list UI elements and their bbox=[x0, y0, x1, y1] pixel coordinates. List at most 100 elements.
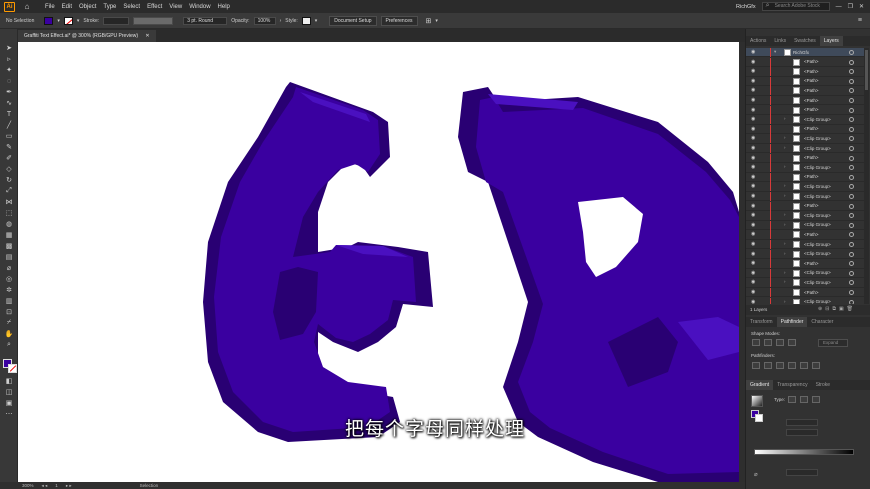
chevron-down-icon[interactable]: ▾ bbox=[77, 18, 80, 24]
layer-row[interactable]: ◉ › <Clip Group> bbox=[746, 134, 864, 144]
target-icon[interactable] bbox=[849, 165, 854, 171]
eraser-tool-icon[interactable]: ◇ bbox=[4, 165, 14, 173]
style-swatch[interactable] bbox=[301, 16, 311, 25]
layer-item-name[interactable]: <Clip Group> bbox=[804, 194, 831, 199]
eye-icon[interactable]: ◉ bbox=[751, 107, 755, 113]
target-icon[interactable] bbox=[849, 251, 854, 257]
target-icon[interactable] bbox=[849, 299, 854, 304]
chevron-right-icon[interactable]: › bbox=[784, 116, 786, 121]
layer-row[interactable]: ◉ › <Clip Group> bbox=[746, 278, 864, 288]
target-icon[interactable] bbox=[849, 242, 854, 247]
trim-icon[interactable] bbox=[764, 362, 772, 369]
gradient-fill-stroke[interactable] bbox=[751, 410, 763, 422]
menu-window[interactable]: Window bbox=[189, 4, 210, 10]
chevron-down-icon[interactable]: ▾ bbox=[435, 18, 438, 24]
layer-item-name[interactable]: <Path> bbox=[804, 261, 819, 266]
layer-item-name[interactable]: <Clip Group> bbox=[804, 270, 831, 275]
eye-icon[interactable]: ◉ bbox=[751, 164, 755, 170]
more-tools-icon[interactable]: ⋯ bbox=[4, 410, 14, 418]
stroke-swatch[interactable] bbox=[63, 16, 73, 25]
layer-row[interactable]: ◉ <Path> bbox=[746, 153, 864, 163]
layer-item-name[interactable]: <Clip Group> bbox=[804, 280, 831, 285]
tab-layers[interactable]: Layers bbox=[819, 36, 843, 46]
chevron-right-icon[interactable]: › bbox=[784, 270, 786, 275]
layer-row[interactable]: ◉ <Path> bbox=[746, 288, 864, 298]
unite-icon[interactable] bbox=[752, 339, 760, 346]
target-icon[interactable] bbox=[849, 146, 854, 151]
chevron-right-icon[interactable]: › bbox=[784, 279, 786, 284]
layer-item-name[interactable]: <Path> bbox=[804, 174, 819, 179]
layer-row[interactable]: ◉ › <Clip Group> bbox=[746, 297, 864, 304]
merge-icon[interactable] bbox=[776, 362, 784, 369]
target-icon[interactable] bbox=[849, 203, 854, 209]
layer-row[interactable]: ◉ <Path> bbox=[746, 96, 864, 106]
tab-pathfinder[interactable]: Pathfinder bbox=[776, 317, 808, 327]
gradient-angle-field[interactable] bbox=[786, 419, 818, 426]
layer-row[interactable]: ◉ › <Clip Group> bbox=[746, 163, 864, 173]
fill-stroke-swatches[interactable] bbox=[3, 359, 17, 373]
layer-row[interactable]: ◉ › <Clip Group> bbox=[746, 192, 864, 202]
chevron-right-icon[interactable]: › bbox=[784, 251, 786, 256]
workspace-switcher[interactable]: RichGfx bbox=[736, 4, 756, 10]
zoom-level[interactable]: 300% bbox=[22, 483, 34, 488]
layer-item-name[interactable]: <Path> bbox=[804, 290, 819, 295]
layer-row[interactable]: ◉ <Path> bbox=[746, 201, 864, 211]
eye-icon[interactable]: ◉ bbox=[751, 174, 755, 180]
chevron-right-icon[interactable]: › bbox=[280, 18, 282, 24]
fill-swatch[interactable] bbox=[44, 16, 54, 25]
eye-icon[interactable]: ◉ bbox=[751, 289, 755, 295]
eye-icon[interactable]: ◉ bbox=[751, 68, 755, 74]
rectangle-tool-icon[interactable]: ▭ bbox=[4, 132, 14, 140]
chevron-right-icon[interactable]: › bbox=[784, 145, 786, 150]
eye-icon[interactable]: ◉ bbox=[751, 145, 755, 151]
close-tab-icon[interactable]: ✕ bbox=[145, 33, 149, 39]
eye-icon[interactable]: ◉ bbox=[751, 222, 755, 228]
layer-row-richgfx[interactable]: ◉ ▾ RichGfx bbox=[746, 48, 864, 58]
eye-icon[interactable]: ◉ bbox=[751, 193, 755, 199]
layer-item-name[interactable]: <Path> bbox=[804, 107, 819, 112]
layer-item-name[interactable]: <Clip Group> bbox=[804, 117, 831, 122]
chevron-down-icon[interactable]: ▾ bbox=[774, 49, 776, 55]
layer-row[interactable]: ◉ › <Clip Group> bbox=[746, 115, 864, 125]
color-mode-icon[interactable]: ◧ bbox=[4, 377, 14, 385]
layer-item-name[interactable]: <Path> bbox=[804, 232, 819, 237]
brush-dropdown[interactable]: 3 pt. Round bbox=[183, 16, 228, 25]
menu-help[interactable]: Help bbox=[218, 4, 230, 10]
chevron-right-icon[interactable]: › bbox=[784, 222, 786, 227]
layer-item-name[interactable]: <Clip Group> bbox=[804, 165, 831, 170]
layer-item-name[interactable]: <Clip Group> bbox=[804, 299, 831, 304]
close-icon[interactable]: ✕ bbox=[859, 3, 864, 10]
eye-icon[interactable]: ◉ bbox=[751, 251, 755, 257]
shaper-tool-icon[interactable]: ✐ bbox=[4, 154, 14, 162]
eyedropper-tool-icon[interactable]: ⌀ bbox=[4, 264, 14, 272]
eye-icon[interactable]: ◉ bbox=[751, 78, 755, 84]
hand-tool-icon[interactable]: ✋ bbox=[4, 330, 14, 338]
tab-transform[interactable]: Transform bbox=[746, 317, 777, 327]
eye-icon[interactable]: ◉ bbox=[751, 97, 755, 103]
eye-icon[interactable]: ◉ bbox=[751, 212, 755, 218]
target-icon[interactable] bbox=[849, 155, 854, 161]
layer-item-name[interactable]: <Clip Group> bbox=[804, 222, 831, 227]
target-icon[interactable] bbox=[849, 78, 854, 84]
chevron-right-icon[interactable]: › bbox=[784, 193, 786, 198]
minus-front-icon[interactable] bbox=[764, 339, 772, 346]
mesh-tool-icon[interactable]: ▩ bbox=[4, 242, 14, 250]
symbol-sprayer-tool-icon[interactable]: ✲ bbox=[4, 286, 14, 294]
column-graph-tool-icon[interactable]: ▥ bbox=[4, 297, 14, 305]
menu-view[interactable]: View bbox=[169, 4, 182, 10]
target-icon[interactable] bbox=[849, 107, 854, 113]
layer-row[interactable]: ◉ <Path> bbox=[746, 172, 864, 183]
layer-item-name[interactable]: <Clip Group> bbox=[804, 213, 831, 218]
tab-gradient[interactable]: Gradient bbox=[746, 380, 774, 390]
artboard-nav-next-icon[interactable]: ▸ ▸ bbox=[66, 483, 72, 489]
layer-row[interactable]: ◉ <Path> bbox=[746, 105, 864, 115]
opacity-field[interactable]: 100% bbox=[253, 16, 276, 25]
panel-menu-icon[interactable]: ≡ bbox=[858, 17, 862, 24]
chevron-right-icon[interactable]: › bbox=[784, 164, 786, 169]
menu-effect[interactable]: Effect bbox=[147, 4, 162, 10]
layer-item-name[interactable]: <Path> bbox=[804, 78, 819, 83]
chevron-right-icon[interactable]: › bbox=[784, 212, 786, 217]
menu-edit[interactable]: Edit bbox=[62, 4, 72, 10]
direct-selection-tool-icon[interactable]: ▹ bbox=[4, 55, 14, 63]
tab-character[interactable]: Character bbox=[807, 317, 837, 327]
